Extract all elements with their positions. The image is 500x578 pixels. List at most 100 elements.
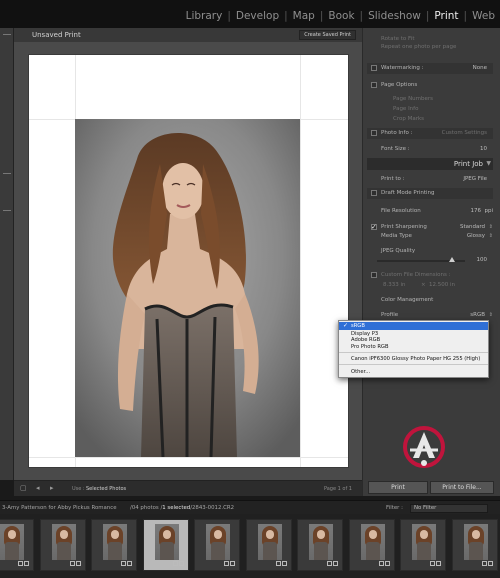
menu-item-srgb[interactable]: ✓ sRGB — [339, 322, 488, 330]
module-web[interactable]: Web — [467, 10, 500, 22]
watermarking-strip[interactable]: Watermarking : None — [367, 63, 493, 74]
photo-info-strip[interactable]: Photo Info : Custom Settings — [367, 128, 493, 139]
menu-item-canon-profile[interactable]: Canon iPF6300 Glossy Photo Paper HG 255 … — [339, 355, 488, 363]
thumbnail-figure — [214, 530, 222, 539]
chevron-down-icon[interactable]: ⇕ — [489, 310, 493, 320]
badge-square-icon — [18, 561, 23, 566]
font-size-row[interactable]: Font Size : 10 — [369, 144, 493, 154]
draft-mode-strip[interactable]: Draft Mode Printing — [367, 188, 493, 199]
module-map[interactable]: Map — [288, 10, 320, 22]
margin-guide[interactable] — [29, 457, 348, 458]
badge-square-icon — [378, 561, 384, 566]
custom-dimensions-checkbox[interactable] — [371, 272, 377, 278]
thumbnail-image — [0, 524, 24, 560]
page-options-checkbox[interactable] — [371, 82, 377, 88]
thumbnail-image — [360, 524, 385, 560]
thumbnail-figure — [317, 530, 325, 539]
module-slideshow[interactable]: Slideshow — [363, 10, 426, 22]
filter-dropdown[interactable]: No Filter — [410, 504, 488, 513]
crop-marks-row[interactable]: Crop Marks — [381, 114, 500, 124]
file-resolution-value[interactable]: 176 — [471, 206, 482, 216]
page-info-row[interactable]: Page Info — [381, 104, 500, 114]
badge-square-icon — [481, 561, 487, 566]
print-to-file-button[interactable]: Print to File... — [430, 481, 494, 494]
margin-guide[interactable] — [300, 55, 301, 467]
portrait-photo[interactable] — [75, 119, 300, 457]
custom-dimensions-row[interactable]: Custom File Dimensions : — [369, 270, 493, 280]
filmstrip-thumbnail[interactable] — [245, 519, 292, 571]
panel-plus-icon[interactable] — [3, 173, 11, 174]
badge-square-icon — [327, 561, 332, 566]
watermarking-checkbox[interactable] — [371, 65, 377, 71]
module-picker: Library | Develop | Map | Book | Slideshow | … — [0, 0, 500, 28]
module-print[interactable]: Print — [429, 10, 463, 22]
badge-square-icon — [24, 561, 29, 566]
profile-row[interactable]: Profile sRGB ⇕ — [369, 310, 493, 320]
thumbnail-figure — [471, 530, 480, 539]
prev-page-icon[interactable]: ◂ — [36, 485, 44, 492]
module-library[interactable]: Library — [181, 10, 228, 22]
badge-square-icon — [333, 561, 338, 566]
filmstrip-thumbnail[interactable] — [194, 519, 240, 571]
media-type-row[interactable]: Media Type Glossy ⇕ — [369, 231, 493, 241]
filmstrip-source[interactable]: 3-Amy Patterson for Abby Pickus Romance — [2, 505, 117, 511]
print-to-row[interactable]: Print to : JPEG File — [369, 174, 493, 184]
thumbnail-figure — [162, 530, 171, 539]
document-title: Unsaved Print — [32, 31, 81, 39]
panel-plus-icon[interactable] — [3, 210, 11, 211]
print-job-header[interactable]: Print Job ▼ — [367, 158, 493, 170]
filmstrip-thumbnail[interactable] — [39, 519, 86, 571]
checkmark-icon: ✓ — [343, 322, 349, 329]
use-selector[interactable]: Selected Photos — [86, 486, 126, 492]
module-develop[interactable]: Develop — [231, 10, 284, 22]
repeat-one-row[interactable]: Repeat one photo per page — [369, 42, 493, 52]
create-saved-print-button[interactable]: Create Saved Print — [299, 30, 356, 40]
thumbnail-figure — [365, 542, 380, 560]
badge-square-icon — [384, 561, 390, 566]
filmstrip-thumbnail[interactable] — [451, 519, 498, 571]
thumbnail-figure — [56, 542, 71, 560]
thumbnail-figure — [262, 542, 277, 560]
filmstrip-thumbnail[interactable] — [297, 519, 343, 571]
thumbnail-figure — [417, 542, 431, 560]
filmstrip-thumbnail[interactable] — [348, 519, 395, 571]
print-button[interactable]: Print — [368, 481, 428, 494]
filmstrip-thumbnail[interactable] — [0, 519, 34, 571]
page-options-row[interactable]: Page Options — [369, 80, 493, 90]
page-indicator: Page 1 of 1 — [323, 486, 352, 492]
thumbnail-figure — [420, 530, 428, 539]
thumbnail-badge-icon — [481, 561, 493, 567]
use-label: Use : — [72, 486, 85, 492]
badge-square-icon — [121, 561, 126, 566]
thumbnail-image — [309, 524, 333, 560]
panel-handle-icon[interactable] — [3, 34, 11, 35]
portrait-image — [75, 119, 300, 457]
module-book[interactable]: Book — [323, 10, 359, 22]
menu-item-other[interactable]: Other... — [339, 368, 488, 376]
stop-icon[interactable]: ▢ — [20, 485, 28, 492]
chevron-down-icon[interactable]: ⇕ — [489, 231, 493, 241]
collapse-triangle-icon[interactable]: ▼ — [486, 158, 491, 170]
thumbnail-figure — [314, 542, 328, 560]
draft-mode-checkbox[interactable] — [371, 190, 377, 196]
badge-square-icon — [436, 561, 441, 566]
file-resolution-row[interactable]: File Resolution 176 ppi — [369, 206, 493, 216]
thumbnail-badge-icon — [378, 561, 390, 567]
thumbnail-badge-icon — [120, 561, 132, 567]
badge-square-icon — [281, 561, 287, 566]
print-sharpening-checkbox[interactable] — [371, 222, 377, 232]
thumbnail-figure — [111, 530, 119, 539]
page-numbers-row[interactable]: Page Numbers — [381, 94, 500, 104]
badge-square-icon — [178, 561, 184, 566]
thumbnail-image — [51, 524, 76, 560]
filmstrip-thumbnail[interactable] — [400, 519, 446, 571]
badge-square-icon — [487, 561, 493, 566]
next-page-icon[interactable]: ▸ — [50, 485, 58, 492]
filmstrip-thumbnail[interactable] — [142, 519, 189, 571]
photo-info-checkbox[interactable] — [371, 130, 377, 136]
filmstrip-thumbnail[interactable] — [91, 519, 137, 571]
thumbnail-image — [257, 524, 282, 560]
jpeg-quality-value[interactable]: 100 — [477, 255, 488, 265]
jpeg-quality-value-row: 100 — [369, 255, 493, 265]
menu-item-prophoto-rgb[interactable]: Pro Photo RGB — [339, 343, 488, 351]
